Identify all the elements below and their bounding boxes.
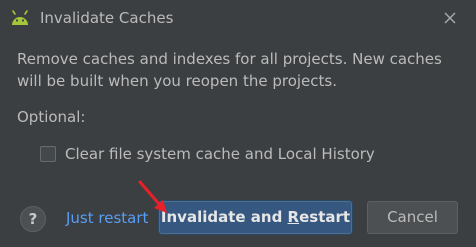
- close-icon[interactable]: [442, 10, 458, 26]
- primary-button-mnemonic: R: [287, 208, 300, 226]
- clear-cache-checkbox[interactable]: [40, 146, 56, 162]
- message-line-2: will be built when you reopen the projec…: [17, 72, 337, 90]
- cancel-button[interactable]: Cancel: [367, 201, 458, 234]
- primary-button-label-suffix: estart: [299, 208, 351, 226]
- android-icon: [10, 9, 30, 27]
- invalidate-and-restart-button[interactable]: Invalidate and Restart: [159, 201, 352, 234]
- dialog-title: Invalidate Caches: [40, 9, 174, 27]
- dialog-message: Remove caches and indexes for all projec…: [17, 48, 457, 92]
- just-restart-link[interactable]: Just restart: [66, 207, 148, 229]
- help-button[interactable]: ?: [20, 206, 46, 232]
- message-line-1: Remove caches and indexes for all projec…: [17, 50, 442, 68]
- primary-button-label-prefix: Invalidate and: [160, 208, 288, 226]
- clear-cache-label[interactable]: Clear file system cache and Local Histor…: [65, 145, 375, 163]
- invalidate-caches-dialog: Invalidate Caches Remove caches and inde…: [0, 0, 476, 247]
- clear-cache-option[interactable]: Clear file system cache and Local Histor…: [40, 143, 375, 165]
- optional-label: Optional:: [17, 108, 86, 126]
- title-bar: Invalidate Caches: [0, 0, 476, 36]
